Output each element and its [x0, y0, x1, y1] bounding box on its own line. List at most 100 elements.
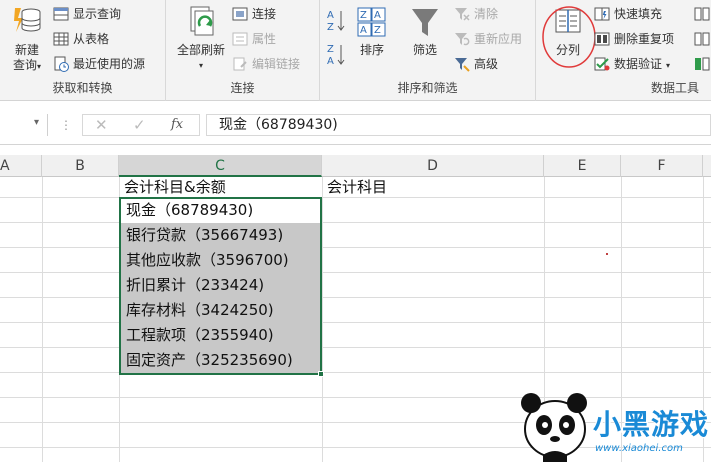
sort-za-icon: Z A — [327, 44, 345, 67]
gridline — [0, 272, 711, 273]
column-header-e[interactable]: E — [544, 155, 621, 177]
gridline — [0, 222, 711, 223]
table-icon — [53, 7, 69, 20]
formula-bar: ▾ ⋮ ✕ ✓ fx 现金（68789430) — [0, 101, 711, 145]
sort-az-icon: A Z — [327, 10, 345, 33]
edit-links-label: 编辑链接 — [252, 57, 301, 71]
column-header-b[interactable]: B — [42, 155, 119, 177]
remove-duplicates-label: 删除重复项 — [614, 32, 675, 46]
svg-text:Z: Z — [374, 25, 381, 36]
clear-button[interactable]: 清除 — [454, 4, 498, 24]
data-validation-icon — [594, 57, 610, 70]
gridline — [0, 247, 711, 248]
from-table-label: 从表格 — [73, 32, 110, 46]
connections-label: 连接 — [252, 7, 277, 21]
from-table-button[interactable]: 从表格 — [53, 29, 109, 49]
new-query-icon — [14, 8, 41, 32]
svg-text:Z: Z — [327, 44, 334, 55]
svg-text:Z: Z — [360, 10, 367, 21]
sort-ascending-button[interactable]: A Z — [326, 8, 348, 36]
data-model-button[interactable] — [694, 54, 711, 74]
remove-duplicates-button[interactable]: 删除重复项 — [594, 29, 674, 49]
column-headers: A B C D E F — [0, 155, 711, 177]
new-query-label: 新建 — [14, 43, 39, 57]
remove-duplicates-icon — [594, 32, 610, 45]
gridline — [0, 297, 711, 298]
advanced-filter-icon — [455, 57, 470, 72]
clear-filter-icon — [455, 7, 470, 21]
filter-button[interactable]: 筛选 — [406, 6, 444, 58]
dropdown-arrow-icon: ▾ — [666, 61, 671, 70]
fill-handle[interactable] — [318, 371, 324, 377]
grid-table-icon — [53, 32, 69, 45]
relationships-button[interactable] — [694, 29, 711, 49]
recent-clock-icon — [54, 56, 69, 72]
sort-button[interactable]: Z A A Z 排序 — [354, 6, 390, 58]
group-label-sort-filter: 排序和筛选 — [397, 81, 458, 95]
sort-dialog-icon: Z A A Z — [357, 7, 386, 37]
group-label-data-tools: 数据工具 — [650, 81, 699, 95]
refresh-all-button[interactable]: 全部刷新 ▾ — [172, 4, 230, 73]
edit-links-icon — [233, 57, 247, 70]
dropdown-arrow-icon: ▾ — [34, 117, 40, 128]
relationships-icon — [694, 32, 710, 45]
reapply-icon — [455, 32, 470, 45]
edit-links-button[interactable]: 编辑链接 — [232, 54, 300, 74]
cell-d1[interactable]: 会计科目 — [322, 175, 544, 200]
watermark-url: www.xiaohei.com — [595, 443, 683, 454]
data-validation-button[interactable]: 数据验证 ▾ — [594, 54, 670, 74]
dropdown-arrow-icon: ▾ — [198, 61, 203, 70]
gridline — [0, 322, 711, 323]
formula-input[interactable]: 现金（68789430) — [206, 114, 711, 136]
refresh-all-icon — [190, 6, 214, 36]
reapply-button[interactable]: 重新应用 — [454, 29, 522, 49]
group-connections: 全部刷新 ▾ 连接 属性 编辑链接 连接 — [166, 0, 320, 101]
flash-fill-icon — [594, 7, 610, 20]
connections-button[interactable]: 连接 — [232, 4, 276, 24]
show-queries-button[interactable]: 显示查询 — [53, 4, 121, 24]
gridline — [42, 177, 43, 462]
highlight-circle — [542, 6, 596, 68]
formula-buttons: ✕ ✓ fx — [82, 114, 200, 136]
advanced-label: 高级 — [474, 57, 499, 71]
advanced-button[interactable]: 高级 — [454, 54, 498, 74]
name-box[interactable]: ▾ — [0, 114, 48, 136]
group-data-tools: 分列 快速填充 删除重复项 数据验证 ▾ 数据工具 — [536, 0, 711, 101]
dropdown-arrow-icon: ▾ — [37, 62, 42, 71]
svg-text:Z: Z — [327, 22, 334, 33]
connections-icon — [232, 7, 248, 20]
new-query-button[interactable]: 新建 查询▾ — [4, 4, 50, 74]
recent-sources-button[interactable]: 最近使用的源 — [53, 54, 145, 74]
svg-text:A: A — [374, 10, 381, 21]
column-header-f[interactable]: F — [621, 155, 703, 177]
data-model-icon — [695, 57, 710, 70]
flash-fill-button[interactable]: 快速填充 — [594, 4, 662, 24]
consolidate-icon — [694, 7, 710, 20]
show-queries-label: 显示查询 — [73, 7, 122, 21]
group-sort-filter: A Z Z A Z A A Z 排序 筛选 清除 重新应用 高级 排序和筛选 — [320, 0, 536, 101]
cancel-icon[interactable]: ✕ — [95, 116, 108, 134]
properties-label: 属性 — [252, 32, 277, 46]
svg-text:A: A — [327, 56, 334, 67]
insert-function-icon[interactable]: fx — [171, 117, 183, 132]
refresh-all-label: 全部刷新 — [176, 43, 225, 57]
reapply-label: 重新应用 — [474, 32, 523, 46]
group-label-get-transform: 获取和转换 — [52, 81, 113, 95]
column-header-d[interactable]: D — [322, 155, 544, 177]
sort-label: 排序 — [359, 43, 384, 57]
more-options-icon[interactable]: ⋮ — [60, 118, 72, 132]
enter-icon[interactable]: ✓ — [133, 116, 146, 134]
svg-text:A: A — [360, 25, 367, 36]
column-header-c[interactable]: C — [119, 155, 322, 177]
clear-label: 清除 — [474, 7, 499, 21]
filter-label: 筛选 — [412, 43, 437, 57]
panda-mascot-icon — [521, 393, 587, 462]
consolidate-button[interactable] — [694, 4, 711, 24]
sort-descending-button[interactable]: Z A — [326, 42, 348, 70]
group-label-connections: 连接 — [230, 81, 255, 95]
svg-text:A: A — [327, 10, 334, 21]
gridline — [0, 372, 711, 373]
properties-button[interactable]: 属性 — [232, 29, 276, 49]
column-header-a[interactable]: A — [0, 155, 42, 177]
ribbon: 新建 查询▾ 显示查询 从表格 最近使用的源 获取和转换 全部刷新 ▾ 连接 属… — [0, 0, 711, 101]
